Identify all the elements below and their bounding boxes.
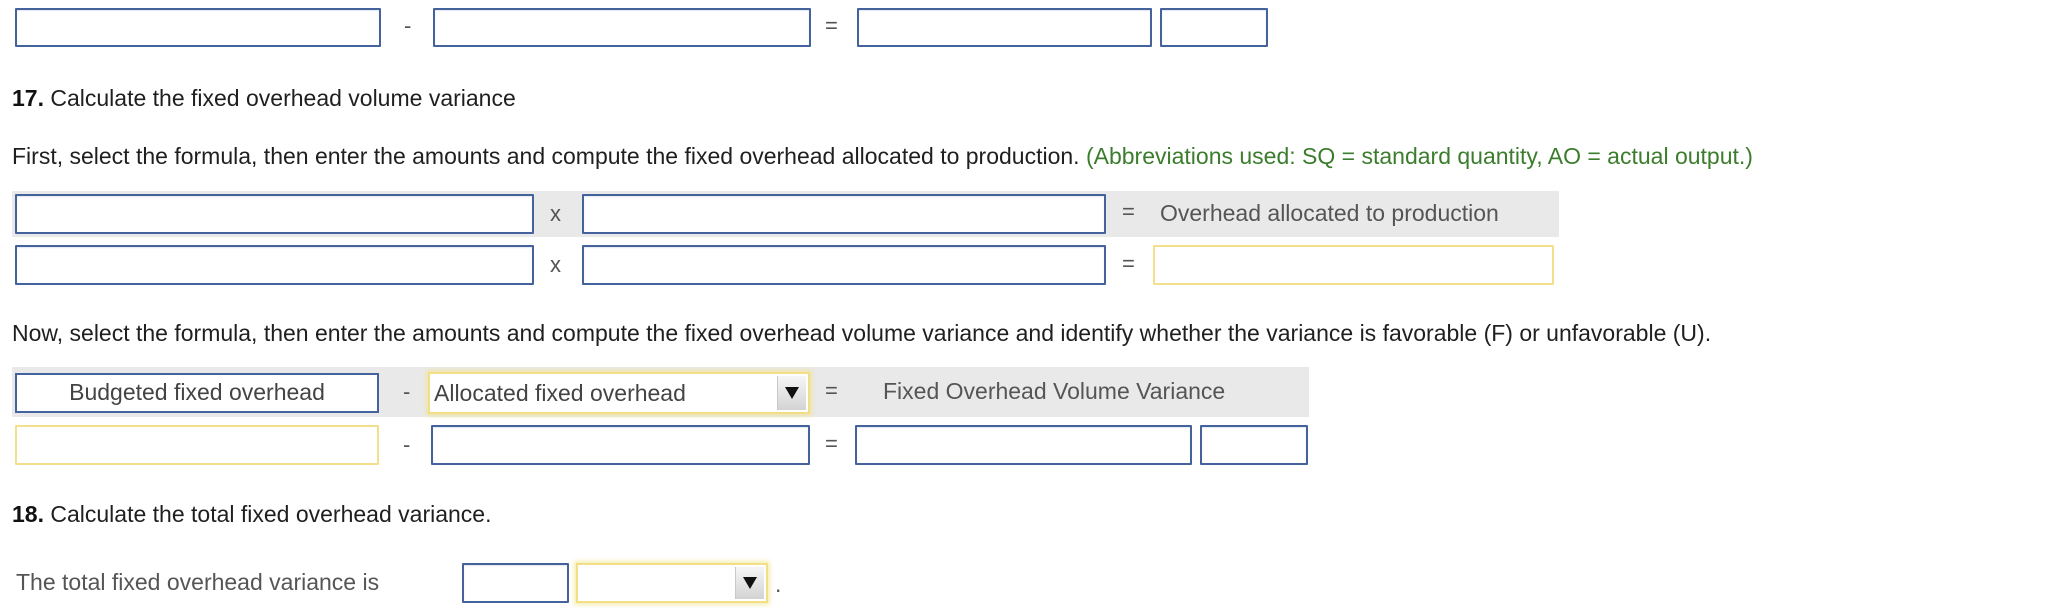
allocation-formula-input-2[interactable]	[582, 194, 1106, 234]
variance-result-input[interactable]	[855, 425, 1192, 465]
question-18-heading: 18. Calculate the total fixed overhead v…	[12, 500, 491, 528]
abbreviations-note: (Abbreviations used: SQ = standard quant…	[1085, 143, 1753, 169]
top-fu-input[interactable]	[1160, 8, 1268, 47]
variance-amount-input-2[interactable]	[431, 425, 810, 465]
top-amount-input-1[interactable]	[15, 8, 381, 47]
times-operator: x	[550, 252, 561, 277]
dropdown-arrow-button[interactable]	[777, 376, 806, 410]
formula-select-value: Allocated fixed overhead	[434, 380, 686, 406]
minus-operator: -	[403, 379, 411, 404]
instruction-variance: Now, select the formula, then enter the …	[12, 319, 1711, 347]
minus-operator: -	[404, 13, 412, 38]
top-result-input[interactable]	[857, 8, 1152, 47]
question-number: 18.	[12, 501, 44, 527]
allocation-formula-input-1[interactable]	[15, 194, 534, 234]
total-variance-amount-input[interactable]	[462, 563, 569, 603]
overhead-allocated-result-input[interactable]	[1153, 245, 1554, 285]
equals-operator: =	[825, 431, 838, 456]
chevron-down-icon	[743, 577, 757, 589]
total-variance-fu-select[interactable]	[576, 563, 768, 603]
fu-select-value	[582, 565, 732, 601]
variance-fu-input[interactable]	[1200, 425, 1308, 465]
equals-operator: =	[825, 13, 838, 38]
dropdown-arrow-button[interactable]	[735, 567, 764, 599]
fixed-overhead-volume-variance-label: Fixed Overhead Volume Variance	[883, 378, 1226, 404]
allocation-amount-input-1[interactable]	[15, 245, 534, 285]
question-title: Calculate the fixed overhead volume vari…	[50, 85, 516, 111]
times-operator: x	[550, 201, 561, 226]
formula-select[interactable]: Allocated fixed overhead	[428, 372, 810, 414]
question-number: 17.	[12, 85, 44, 111]
allocation-amount-input-2[interactable]	[582, 245, 1106, 285]
question-17-heading: 17. Calculate the fixed overhead volume …	[12, 84, 516, 112]
equals-operator: =	[1122, 199, 1135, 224]
instruction-text: First, select the formula, then enter th…	[12, 143, 1080, 169]
equals-operator: =	[825, 378, 838, 403]
top-amount-input-2[interactable]	[433, 8, 811, 47]
total-variance-sentence-label: The total fixed overhead variance is	[16, 569, 380, 595]
overhead-allocated-label: Overhead allocated to production	[1160, 200, 1499, 226]
instruction-text: Now, select the formula, then enter the …	[12, 320, 1712, 346]
question-title: Calculate the total fixed overhead varia…	[50, 501, 492, 527]
minus-operator: -	[403, 432, 411, 457]
trailing-period: .	[775, 571, 782, 597]
instruction-allocation: First, select the formula, then enter th…	[12, 142, 1753, 170]
chevron-down-icon	[785, 387, 799, 399]
budgeted-fixed-overhead-label: Budgeted fixed overhead	[15, 373, 379, 413]
variance-amount-input-1[interactable]	[15, 425, 379, 465]
equals-operator: =	[1122, 251, 1135, 276]
